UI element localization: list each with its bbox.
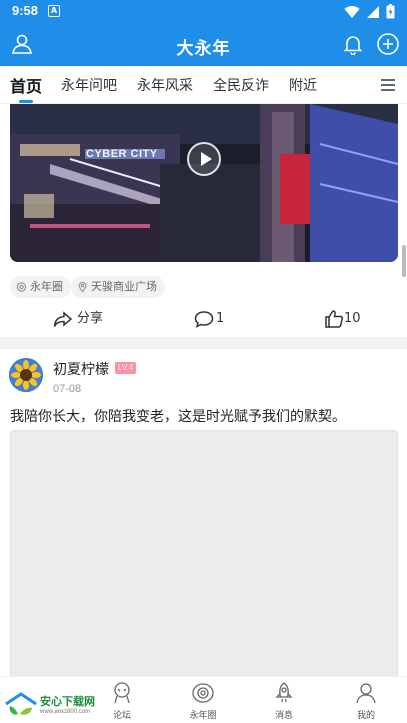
tab-home[interactable]: 首页 bbox=[10, 73, 42, 97]
watermark: 安心下载网 www.anxz800.com bbox=[2, 690, 104, 720]
share-label: 分享 bbox=[77, 311, 104, 326]
tab-anti-fraud[interactable]: 全民反诈 bbox=[213, 75, 269, 95]
status-bar: 9:58 A bbox=[0, 0, 407, 24]
battery-icon bbox=[386, 4, 395, 19]
system-icons bbox=[344, 4, 395, 19]
hamburger-menu-icon bbox=[381, 79, 395, 91]
video-thumbnail bbox=[10, 104, 398, 262]
feed-scrollbar[interactable] bbox=[402, 245, 406, 277]
share-button[interactable]: 分享 bbox=[53, 309, 113, 329]
level-badge: LV.4 bbox=[115, 362, 137, 374]
plus-circle-icon bbox=[377, 33, 399, 55]
status-time: 9:58 bbox=[12, 3, 39, 18]
nav-circle-label: 永年圈 bbox=[189, 711, 217, 721]
tab-showcase[interactable]: 永年风采 bbox=[137, 75, 193, 95]
active-tab-indicator bbox=[19, 100, 33, 103]
play-button[interactable] bbox=[187, 142, 221, 176]
circle-icon bbox=[192, 683, 214, 703]
watermark-logo-icon bbox=[5, 692, 37, 715]
bell-icon bbox=[343, 36, 363, 56]
post-date: 07-08 bbox=[53, 383, 82, 395]
nav-profile-label: 我的 bbox=[356, 711, 375, 721]
nav-messages-label: 消息 bbox=[274, 711, 293, 721]
app-header: 大永年 bbox=[0, 24, 407, 66]
tag-location-label: 天骏商业广场 bbox=[91, 280, 157, 293]
feed[interactable]: CYBER CITY 永年圈 天骏商业广场 分享 1 10 初夏柠檬 LV.4 … bbox=[0, 104, 407, 676]
avatar[interactable] bbox=[9, 358, 43, 392]
profile-icon bbox=[356, 683, 376, 704]
add-post-button[interactable] bbox=[376, 32, 400, 56]
like-count: 10 bbox=[344, 311, 361, 326]
post-image-placeholder[interactable] bbox=[10, 430, 398, 676]
comment-count: 1 bbox=[216, 311, 225, 326]
notification-a-icon: A bbox=[48, 5, 60, 17]
nav-circle[interactable]: 永年圈 bbox=[173, 681, 233, 723]
post-video[interactable]: CYBER CITY bbox=[10, 104, 398, 262]
thumbs-up-icon bbox=[325, 310, 344, 328]
rocket-icon bbox=[275, 682, 293, 703]
post-text[interactable]: 我陪你长大，你陪我变老，这是时光赋予我们的默契。 bbox=[10, 406, 400, 426]
sunflower-avatar-icon bbox=[9, 358, 43, 392]
comment-icon bbox=[194, 311, 214, 328]
post-divider bbox=[0, 337, 407, 349]
tag-location[interactable]: 天骏商业广场 bbox=[71, 276, 165, 298]
watermark-url: www.anxz800.com bbox=[40, 709, 91, 715]
tab-nearby[interactable]: 附近 bbox=[289, 75, 317, 95]
tag-circle[interactable]: 永年圈 bbox=[10, 276, 71, 298]
post-username[interactable]: 初夏柠檬 bbox=[53, 359, 109, 379]
tab-ask[interactable]: 永年问吧 bbox=[61, 75, 117, 95]
notifications-button[interactable] bbox=[342, 33, 364, 56]
cellular-signal-icon bbox=[367, 5, 379, 18]
watermark-title: 安心下载网 bbox=[40, 695, 95, 708]
wifi-icon bbox=[344, 5, 360, 18]
tag-circle-label: 永年圈 bbox=[30, 280, 63, 293]
tab-menu-button[interactable] bbox=[380, 77, 396, 91]
comment-button[interactable]: 1 bbox=[194, 309, 234, 329]
nav-profile[interactable]: 我的 bbox=[336, 681, 396, 723]
category-tabs: 首页 永年问吧 永年风采 全民反诈 附近 bbox=[0, 66, 407, 104]
circle-tag-icon bbox=[16, 282, 27, 292]
video-sign-text: CYBER CITY bbox=[86, 148, 158, 160]
location-pin-icon bbox=[78, 281, 87, 293]
nav-messages[interactable]: 消息 bbox=[254, 681, 314, 723]
like-button[interactable]: 10 bbox=[324, 309, 374, 329]
share-icon bbox=[53, 311, 73, 327]
forum-icon bbox=[114, 682, 130, 704]
